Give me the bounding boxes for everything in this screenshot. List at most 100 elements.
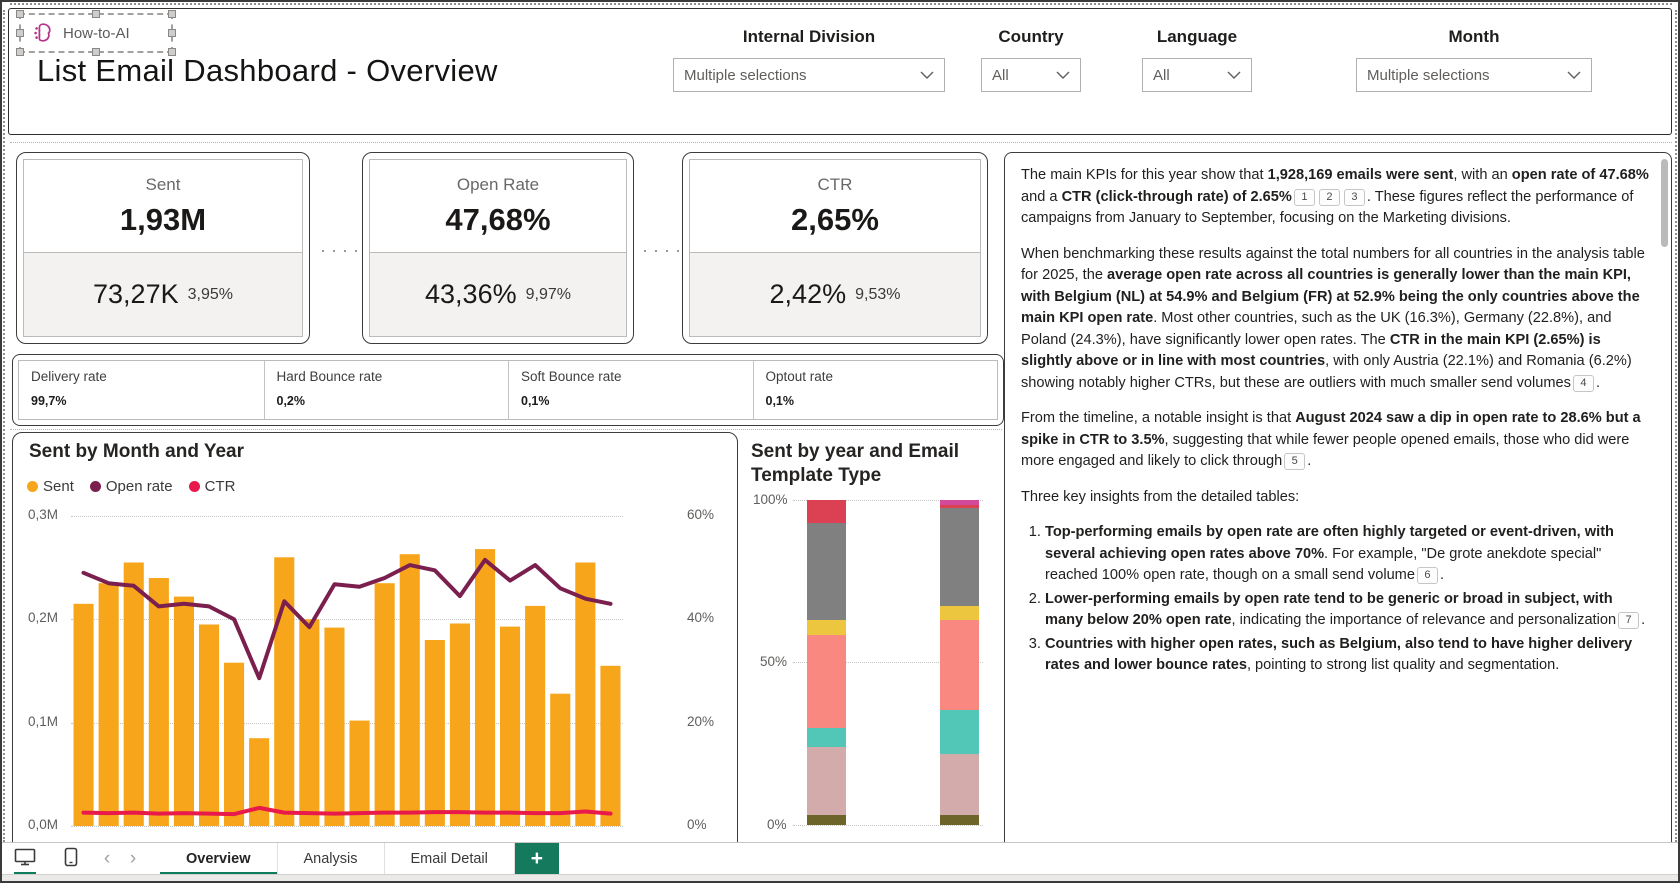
- kpi-secondary-value: 2,42%: [769, 279, 847, 310]
- grid-dots-top: [10, 3, 1672, 5]
- filter-label: Country: [998, 27, 1064, 46]
- selection-handle[interactable]: [168, 29, 176, 37]
- rate-value: 0,1%: [521, 394, 550, 408]
- language-dropdown[interactable]: All: [1142, 58, 1252, 92]
- internal-division-dropdown[interactable]: Multiple selections: [673, 58, 945, 92]
- kpi-card-ctr[interactable]: CTR 2,65% 2,42% 9,53%: [682, 152, 988, 344]
- month-chart-plot[interactable]: [71, 516, 623, 826]
- selection-handle[interactable]: [16, 29, 24, 37]
- y-axis-tick-right: 20%: [687, 714, 715, 729]
- stack-segment-olive-segment[interactable]: [807, 815, 846, 825]
- citation-chip[interactable]: 5: [1284, 453, 1306, 470]
- selection-handle[interactable]: [92, 10, 100, 18]
- y-axis-tick-right: 60%: [687, 507, 715, 522]
- stack-segment-teal-segment[interactable]: [940, 709, 979, 754]
- text-segment: .: [1439, 567, 1445, 583]
- mobile-view-button[interactable]: [48, 843, 94, 875]
- stack-segment-teal-segment[interactable]: [807, 727, 846, 747]
- prev-page-icon: ‹: [103, 848, 111, 869]
- insights-panel: The main KPIs for this year show that 1,…: [1004, 152, 1672, 881]
- grid-dots-connector: ····: [320, 240, 364, 260]
- stacked-bar-2024[interactable]: [807, 500, 846, 825]
- add-page-button[interactable]: +: [514, 843, 559, 875]
- next-page-button[interactable]: ›: [120, 843, 146, 875]
- dropdown-value: Multiple selections: [684, 66, 807, 84]
- sent-bar[interactable]: [249, 738, 270, 826]
- scrollbar-thumb[interactable]: [1661, 159, 1668, 247]
- stack-segment-red-segment[interactable]: [807, 500, 846, 523]
- grid-dots-separator: [10, 142, 1672, 143]
- sent-bar[interactable]: [173, 596, 194, 826]
- selection-handle[interactable]: [16, 48, 24, 56]
- stack-segment-gray-segment[interactable]: [940, 508, 979, 606]
- legend-dot-ctr: [188, 481, 200, 492]
- sent-bar[interactable]: [349, 720, 370, 826]
- kpi-value: 47,68%: [445, 201, 551, 237]
- chart-legend: Sent Open rate CTR: [27, 478, 235, 495]
- brain-logo-icon: [30, 21, 54, 45]
- rate-soft-bounce: Soft Bounce rate 0,1%: [508, 361, 753, 419]
- sent-bar[interactable]: [475, 549, 496, 826]
- stack-segment-gray-segment[interactable]: [807, 522, 846, 621]
- gridline: [71, 826, 623, 827]
- sent-bar[interactable]: [525, 605, 546, 826]
- selection-handle[interactable]: [16, 10, 24, 18]
- sent-bar[interactable]: [274, 557, 295, 826]
- citation-chip[interactable]: 6: [1416, 567, 1438, 584]
- text-segment: , pointing to strong list quality and se…: [1246, 657, 1560, 673]
- sent-bar[interactable]: [199, 624, 220, 827]
- citation-chip[interactable]: 2: [1318, 188, 1340, 206]
- legend-dot-open-rate: [89, 481, 101, 492]
- sent-bar[interactable]: [324, 627, 345, 826]
- kpi-card-sent[interactable]: Sent 1,93M 73,27K 3,95%: [16, 152, 310, 344]
- sent-bar[interactable]: [224, 662, 245, 826]
- stack-segment-salmon-segment[interactable]: [940, 620, 979, 710]
- kpi-card-open-rate[interactable]: Open Rate 47,68% 43,36% 9,97%: [362, 152, 634, 344]
- sent-bar[interactable]: [73, 603, 94, 826]
- tab-analysis[interactable]: Analysis: [277, 843, 385, 875]
- sent-bar[interactable]: [399, 554, 420, 826]
- logo[interactable]: How-to-AI: [16, 10, 176, 56]
- legend-item-ctr[interactable]: CTR: [188, 478, 235, 495]
- stacked-bar-2025[interactable]: [940, 500, 979, 825]
- sent-bar[interactable]: [449, 623, 470, 827]
- gridline: [793, 825, 983, 826]
- month-chart-panel: Sent by Month and Year Sent Open rate CT…: [12, 432, 738, 881]
- sent-bar[interactable]: [600, 665, 621, 826]
- tab-label: Overview: [186, 851, 251, 867]
- tab-overview[interactable]: Overview: [160, 843, 278, 875]
- citation-chip[interactable]: 4: [1572, 374, 1594, 392]
- citation-chip[interactable]: 7: [1618, 612, 1640, 629]
- month-dropdown[interactable]: Multiple selections: [1356, 58, 1592, 92]
- legend-item-open-rate[interactable]: Open rate: [89, 478, 173, 495]
- selection-handle[interactable]: [168, 10, 176, 18]
- country-dropdown[interactable]: All: [981, 58, 1081, 92]
- sent-bar[interactable]: [299, 619, 320, 826]
- stack-segment-rose-segment[interactable]: [940, 753, 979, 816]
- tab-email-detail[interactable]: Email Detail: [384, 843, 515, 875]
- sent-bar[interactable]: [148, 578, 169, 826]
- citation-chip[interactable]: 1: [1293, 188, 1315, 206]
- sent-bar[interactable]: [424, 640, 445, 826]
- citation-chip[interactable]: 3: [1343, 188, 1365, 206]
- rate-label: Hard Bounce rate: [276, 369, 383, 384]
- insight-paragraph: Three key insights from the detailed tab…: [1021, 487, 1649, 509]
- logo-text: How-to-AI: [63, 24, 130, 42]
- sent-bar[interactable]: [500, 626, 521, 826]
- stack-segment-rose-segment[interactable]: [807, 747, 846, 816]
- desktop-view-button[interactable]: [2, 843, 48, 875]
- stack-segment-salmon-segment[interactable]: [807, 634, 846, 728]
- sent-bar[interactable]: [123, 562, 144, 827]
- insight-list: Top-performing emails by open rate are o…: [1021, 522, 1649, 677]
- rate-label: Optout rate: [765, 369, 834, 384]
- sent-bar[interactable]: [374, 583, 395, 826]
- stack-segment-gold-segment[interactable]: [940, 605, 979, 621]
- sent-bar[interactable]: [550, 693, 571, 826]
- insight-paragraph: The main KPIs for this year show that 1,…: [1021, 165, 1649, 230]
- prev-page-button[interactable]: ‹: [94, 843, 120, 875]
- stack-segment-gold-segment[interactable]: [807, 620, 846, 635]
- filter-internal-division: Internal Division Multiple selections: [673, 27, 945, 92]
- legend-item-sent[interactable]: Sent: [27, 478, 74, 495]
- stack-segment-olive-segment[interactable]: [940, 815, 979, 825]
- sent-bar[interactable]: [98, 583, 119, 826]
